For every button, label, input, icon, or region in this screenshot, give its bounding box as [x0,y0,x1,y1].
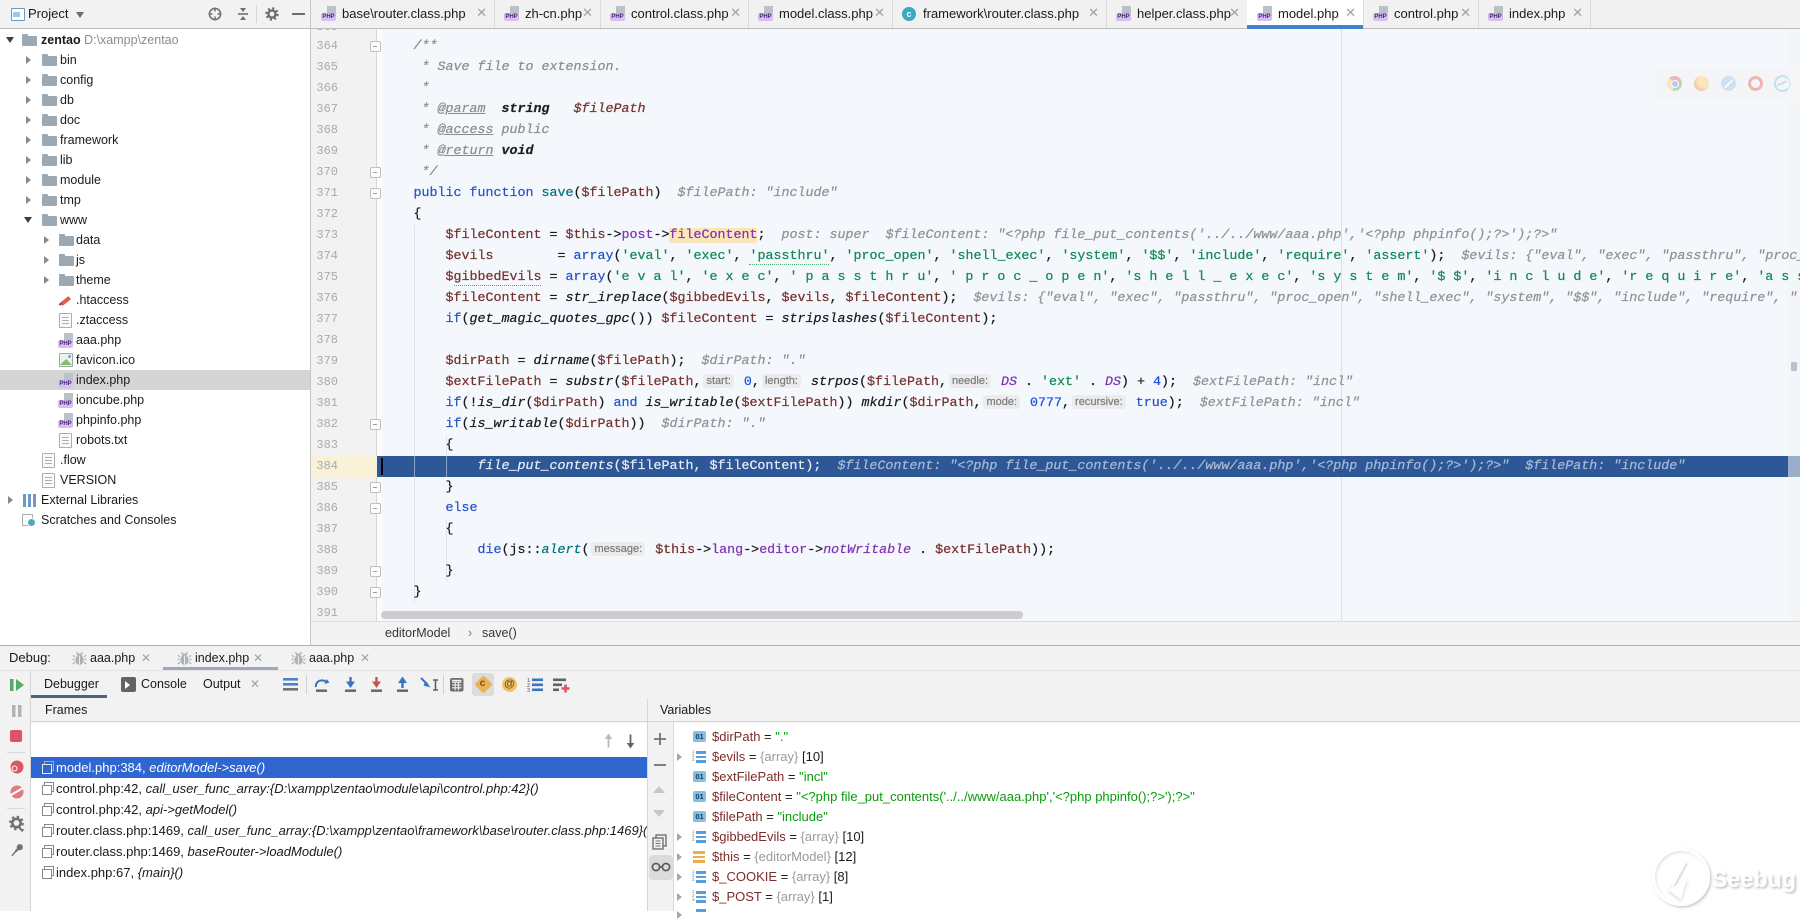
svg-text:3: 3 [527,688,530,694]
